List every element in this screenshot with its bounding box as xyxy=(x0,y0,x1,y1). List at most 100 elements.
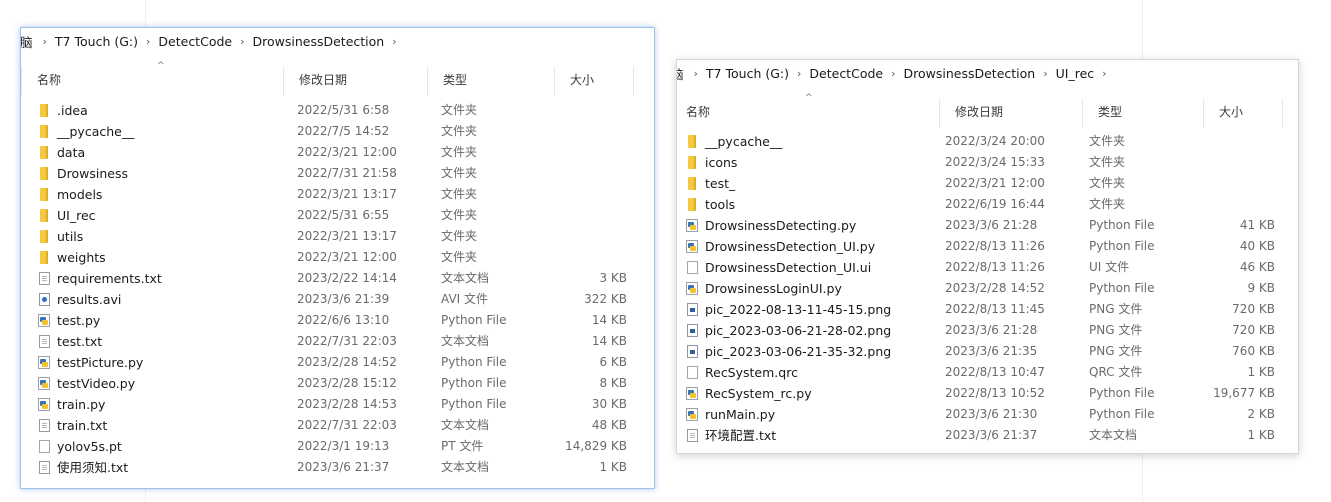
file-size: 1 KB xyxy=(599,460,627,474)
file-date: 2022/8/13 10:47 xyxy=(945,365,1045,379)
file-row[interactable]: test.py 2022/6/6 13:10 Python File 14 KB xyxy=(21,310,654,331)
file-row[interactable]: testVideo.py 2023/2/28 15:12 Python File 8 … xyxy=(21,373,654,394)
file-type: 文本文档 xyxy=(441,334,490,348)
file-name: Drowsiness xyxy=(57,166,128,181)
file-row[interactable]: train.py 2023/2/28 14:53 Python File 30 KB xyxy=(21,394,654,415)
file-type: PNG 文件 xyxy=(1089,323,1143,337)
column-header-type[interactable]: 类型 xyxy=(427,67,554,95)
file-row[interactable]: test_ 2022/3/21 12:00 文件夹 xyxy=(677,173,1298,194)
breadcrumb-item[interactable]: DrowsinessDetection xyxy=(253,34,385,49)
text-file-icon xyxy=(37,415,51,436)
file-date: 2022/6/19 16:44 xyxy=(945,197,1045,211)
file-row[interactable]: utils 2022/3/21 13:17 文件夹 xyxy=(21,226,654,247)
file-row[interactable]: train.txt 2022/7/31 22:03 文本文档 48 KB xyxy=(21,415,654,436)
file-date: 2022/3/21 13:17 xyxy=(297,187,397,201)
file-row[interactable]: UI_rec 2022/5/31 6:55 文件夹 xyxy=(21,205,654,226)
file-row[interactable]: results.avi 2023/3/6 21:39 AVI 文件 322 KB xyxy=(21,289,654,310)
file-row[interactable]: testPicture.py 2023/2/28 14:52 Python File… xyxy=(21,352,654,373)
file-row[interactable]: DrowsinessDetection_UI.py 2022/8/13 11:26… xyxy=(677,236,1298,257)
file-row[interactable]: 使用须知.txt 2023/3/6 21:37 文本文档 1 KB xyxy=(21,457,654,478)
chevron-right-icon[interactable]: › xyxy=(240,35,244,48)
folder-icon xyxy=(37,100,51,121)
file-row[interactable]: icons 2022/3/24 15:33 文件夹 xyxy=(677,152,1298,173)
chevron-right-icon[interactable]: › xyxy=(392,35,396,48)
folder-icon xyxy=(37,205,51,226)
file-name: DrowsinessDetecting.py xyxy=(705,218,857,233)
file-row[interactable]: DrowsinessDetecting.py 2023/3/6 21:28 Pyth… xyxy=(677,215,1298,236)
chevron-right-icon[interactable]: › xyxy=(891,67,895,80)
file-type: 文件夹 xyxy=(441,145,478,159)
file-type: 文件夹 xyxy=(441,103,478,117)
file-date: 2022/3/24 20:00 xyxy=(945,134,1045,148)
column-header-size[interactable]: 大小 xyxy=(1203,99,1283,127)
breadcrumb-item[interactable]: 脑 xyxy=(21,32,33,51)
breadcrumb-item[interactable]: DetectCode xyxy=(809,66,883,81)
file-name: 使用须知.txt xyxy=(57,460,129,475)
file-row[interactable]: models 2022/3/21 13:17 文件夹 xyxy=(21,184,654,205)
file-size: 720 KB xyxy=(1232,302,1275,316)
file-type: Python File xyxy=(441,313,507,327)
chevron-right-icon[interactable]: › xyxy=(694,67,698,80)
breadcrumb-item[interactable]: DetectCode xyxy=(158,34,232,49)
file-row[interactable]: __pycache__ 2022/3/24 20:00 文件夹 xyxy=(677,131,1298,152)
file-name: models xyxy=(57,187,103,202)
folder-icon xyxy=(37,247,51,268)
file-row[interactable]: weights 2022/3/21 12:00 文件夹 xyxy=(21,247,654,268)
file-date: 2022/3/21 12:00 xyxy=(945,176,1045,190)
file-size: 19,677 KB xyxy=(1213,386,1275,400)
folder-icon xyxy=(37,184,51,205)
file-type: UI 文件 xyxy=(1089,260,1130,274)
file-row[interactable]: pic_2023-03-06-21-28-02.png 2023/3/6 21:2… xyxy=(677,320,1298,341)
file-type: 文件夹 xyxy=(1089,155,1126,169)
file-name: UI_rec xyxy=(57,208,96,223)
file-row[interactable]: requirements.txt 2023/2/22 14:14 文本文档 3 KB xyxy=(21,268,654,289)
file-row[interactable]: runMain.py 2023/3/6 21:30 Python File 2 KB xyxy=(677,404,1298,425)
file-row[interactable]: yolov5s.pt 2022/3/1 19:13 PT 文件 14,829 KB xyxy=(21,436,654,457)
file-size: 40 KB xyxy=(1239,239,1275,253)
file-row[interactable]: pic_2023-03-06-21-35-32.png 2023/3/6 21:3… xyxy=(677,341,1298,362)
column-header-name[interactable]: 名称 xyxy=(21,67,283,95)
file-row[interactable]: test.txt 2022/7/31 22:03 文本文档 14 KB xyxy=(21,331,654,352)
file-size: 6 KB xyxy=(599,355,627,369)
folder-icon xyxy=(37,163,51,184)
file-type: Python File xyxy=(441,397,507,411)
file-row[interactable]: RecSystem.qrc 2022/8/13 10:47 QRC 文件 1 KB xyxy=(677,362,1298,383)
breadcrumb-item[interactable]: T7 Touch (G:) xyxy=(706,66,789,81)
breadcrumb-item[interactable]: 脑 xyxy=(677,64,684,83)
chevron-right-icon[interactable]: › xyxy=(1043,67,1047,80)
file-size: 760 KB xyxy=(1232,344,1275,358)
file-row[interactable]: Drowsiness 2022/7/31 21:58 文件夹 xyxy=(21,163,654,184)
file-date: 2022/8/13 11:26 xyxy=(945,260,1045,274)
chevron-right-icon[interactable]: › xyxy=(43,35,47,48)
file-row[interactable]: tools 2022/6/19 16:44 文件夹 xyxy=(677,194,1298,215)
file-row[interactable]: pic_2022-08-13-11-45-15.png 2022/8/13 11:… xyxy=(677,299,1298,320)
file-row[interactable]: RecSystem_rc.py 2022/8/13 10:52 Python Fil… xyxy=(677,383,1298,404)
file-type: 文本文档 xyxy=(1089,428,1138,442)
file-row[interactable]: DrowsinessLoginUI.py 2023/2/28 14:52 Pytho… xyxy=(677,278,1298,299)
column-header-date[interactable]: 修改日期 xyxy=(283,67,427,95)
column-header-type[interactable]: 类型 xyxy=(1082,99,1203,127)
breadcrumb-item[interactable]: T7 Touch (G:) xyxy=(55,34,138,49)
file-name: DrowsinessDetection_UI.ui xyxy=(705,260,872,275)
column-header-name[interactable]: 名称 xyxy=(677,99,939,127)
chevron-right-icon[interactable]: › xyxy=(1102,67,1106,80)
column-header-size[interactable]: 大小 xyxy=(554,67,634,95)
image-file-icon xyxy=(685,299,699,320)
column-header-date[interactable]: 修改日期 xyxy=(939,99,1082,127)
file-type: PNG 文件 xyxy=(1089,302,1143,316)
file-row[interactable]: __pycache__ 2022/7/5 14:52 文件夹 xyxy=(21,121,654,142)
file-date: 2022/7/31 22:03 xyxy=(297,334,397,348)
chevron-right-icon[interactable]: › xyxy=(797,67,801,80)
video-file-icon xyxy=(37,289,51,310)
file-list: __pycache__ 2022/3/24 20:00 文件夹 icons 2022/3… xyxy=(677,131,1298,446)
file-type: QRC 文件 xyxy=(1089,365,1143,379)
chevron-right-icon[interactable]: › xyxy=(146,35,150,48)
file-row[interactable]: data 2022/3/21 12:00 文件夹 xyxy=(21,142,654,163)
breadcrumb-item[interactable]: DrowsinessDetection xyxy=(904,66,1036,81)
file-row[interactable]: DrowsinessDetection_UI.ui 2022/8/13 11:26… xyxy=(677,257,1298,278)
file-name: pic_2022-08-13-11-45-15.png xyxy=(705,302,892,317)
breadcrumb-item[interactable]: UI_rec xyxy=(1056,66,1095,81)
file-row[interactable]: .idea 2022/5/31 6:58 文件夹 xyxy=(21,100,654,121)
file-row[interactable]: 环境配置.txt 2023/3/6 21:37 文本文档 1 KB xyxy=(677,425,1298,446)
file-name: 环境配置.txt xyxy=(705,428,777,443)
